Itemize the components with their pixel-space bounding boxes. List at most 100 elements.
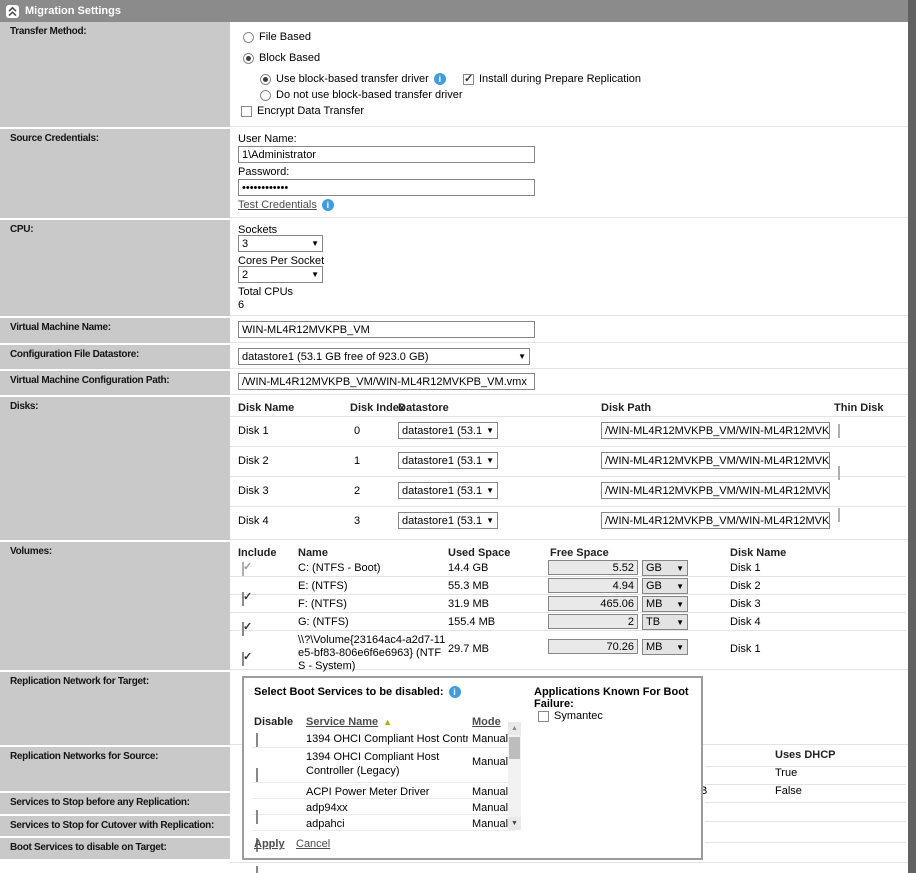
free-space-unit-select[interactable]: GB▼ xyxy=(642,578,688,594)
checkbox-icon[interactable] xyxy=(241,106,252,117)
disk-datastore-select[interactable]: datastore1 (53.1 GB free of 923.0 GB)▼ xyxy=(398,512,498,529)
file-based-label: File Based xyxy=(259,31,311,43)
volume-disk-name: Disk 3 xyxy=(730,598,761,610)
panel-right-edge xyxy=(908,0,916,873)
thin-disk-checkbox[interactable] xyxy=(838,508,840,522)
disk-path-input[interactable]: /WIN-ML4R12MVKPB_VM/WIN-ML4R12MVK xyxy=(601,482,830,499)
disk-row: Disk 2 1 datastore1 (53.1 GB free of 923… xyxy=(230,409,908,421)
thin-disk-checkbox[interactable] xyxy=(838,466,840,480)
chevron-down-icon: ▼ xyxy=(311,239,319,248)
cores-per-socket-select[interactable]: 2▼ xyxy=(238,266,323,283)
info-icon[interactable]: i xyxy=(322,199,334,211)
service-list-scrollbar[interactable]: ▲ ▼ xyxy=(508,722,521,830)
disk-datastore-select[interactable]: datastore1 (53.1 GB free of 923.0 GB)▼ xyxy=(398,482,498,499)
sort-ascending-icon: ▲ xyxy=(383,717,392,727)
chevron-down-icon: ▼ xyxy=(518,352,526,361)
disk-path-input[interactable]: /WIN-ML4R12MVKPB_VM/WIN-ML4R12MVK xyxy=(601,452,830,469)
encrypt-checkbox[interactable]: Encrypt Data Transfer xyxy=(241,105,364,117)
free-space-unit-select[interactable]: TB▼ xyxy=(642,614,688,630)
chevron-down-icon: ▼ xyxy=(676,564,684,573)
service-mode: Manual xyxy=(472,786,508,798)
disk-path-header: Disk Path xyxy=(601,402,651,414)
username-input[interactable]: 1\Administrator xyxy=(238,146,535,163)
encrypt-label: Encrypt Data Transfer xyxy=(257,105,364,117)
disk-name-header: Disk Name xyxy=(238,402,294,414)
install-during-prepare-checkbox[interactable]: Install during Prepare Replication xyxy=(463,73,641,85)
volume-disk-header: Disk Name xyxy=(730,547,786,559)
free-space-input[interactable]: 465.06 xyxy=(548,596,638,611)
cancel-link[interactable]: Cancel xyxy=(296,838,330,850)
use-block-driver-radio[interactable]: Use block-based transfer driver i xyxy=(260,73,446,85)
cpu-label: CPU: xyxy=(0,220,230,316)
install-during-prepare-label: Install during Prepare Replication xyxy=(479,73,641,85)
config-datastore-select[interactable]: datastore1 (53.1 GB free of 923.0 GB)▼ xyxy=(238,348,530,365)
radio-icon[interactable] xyxy=(243,32,254,43)
disable-checkbox[interactable] xyxy=(256,768,258,782)
test-credentials-link[interactable]: Test Credentials xyxy=(238,199,317,211)
scroll-up-icon[interactable]: ▲ xyxy=(508,722,521,735)
info-icon[interactable]: i xyxy=(434,73,446,85)
free-space-input[interactable]: 2 xyxy=(548,614,638,629)
thin-disk-checkbox[interactable] xyxy=(838,424,840,438)
symantec-checkbox[interactable]: Symantec xyxy=(538,710,603,722)
mode-column-header[interactable]: Mode xyxy=(472,716,501,728)
radio-icon[interactable] xyxy=(260,74,271,85)
scrollbar-thumb[interactable] xyxy=(509,737,520,759)
free-space-unit-select[interactable]: MB▼ xyxy=(642,596,688,612)
apply-link[interactable]: Apply xyxy=(254,838,285,850)
service-mode: Manual xyxy=(472,756,508,768)
volume-name: F: (NTFS) xyxy=(298,598,347,610)
password-label: Password: xyxy=(238,166,289,178)
volume-disk-name: Disk 1 xyxy=(730,562,761,574)
volume-name: G: (NTFS) xyxy=(298,616,349,628)
disable-checkbox[interactable] xyxy=(256,810,258,824)
disk-row: Disk 1 0 datastore1 (53.1 GB free of 923… xyxy=(230,397,908,409)
disk-datastore-select[interactable]: datastore1 (53.1 GB free of 923.0 GB)▼ xyxy=(398,452,498,469)
no-block-driver-radio[interactable]: Do not use block-based transfer driver xyxy=(260,89,462,101)
file-based-radio[interactable]: File Based xyxy=(243,31,311,43)
vm-config-path-label: Virtual Machine Configuration Path: xyxy=(0,371,230,395)
thin-disk-header: Thin Disk xyxy=(834,402,884,414)
disk-datastore-select[interactable]: datastore1 (53.1 GB free of 923.0 GB)▼ xyxy=(398,422,498,439)
block-based-radio[interactable]: Block Based xyxy=(243,52,320,64)
symantec-label: Symantec xyxy=(554,710,603,722)
sockets-select[interactable]: 3▼ xyxy=(238,235,323,252)
include-checkbox[interactable] xyxy=(242,592,244,606)
volume-name: E: (NTFS) xyxy=(298,580,348,592)
free-space-input[interactable]: 70.26 xyxy=(548,639,638,654)
radio-icon[interactable] xyxy=(243,53,254,64)
free-space-unit-select[interactable]: MB▼ xyxy=(642,639,688,655)
password-input[interactable]: •••••••••••• xyxy=(238,179,535,196)
chevron-down-icon: ▼ xyxy=(486,426,494,435)
dialog-title: Select Boot Services to be disabled: xyxy=(254,686,444,698)
free-space-input[interactable]: 4.94 xyxy=(548,578,638,593)
disk-index: 2 xyxy=(354,485,360,497)
disable-checkbox[interactable] xyxy=(256,866,258,873)
username-label: User Name: xyxy=(238,133,297,145)
vm-config-path-input[interactable]: /WIN-ML4R12MVKPB_VM/WIN-ML4R12MVKPB_VM.v… xyxy=(238,373,535,390)
disable-checkbox[interactable] xyxy=(256,733,258,747)
include-checkbox[interactable] xyxy=(242,652,244,666)
used-space: 29.7 MB xyxy=(448,643,489,655)
checkbox-icon[interactable] xyxy=(538,711,549,722)
radio-icon[interactable] xyxy=(260,90,271,101)
disk-path-input[interactable]: /WIN-ML4R12MVKPB_VM/WIN-ML4R12MVK xyxy=(601,512,830,529)
info-icon[interactable]: i xyxy=(449,686,461,698)
service-name-column-header[interactable]: Service Name xyxy=(306,716,378,728)
used-space: 14.4 GB xyxy=(448,562,488,574)
volume-name: \\?\Volume{23164ac4-a2d7-11e5-bf83-806e6… xyxy=(298,634,448,673)
free-space-unit-select[interactable]: GB▼ xyxy=(642,560,688,576)
replication-network-target-label: Replication Network for Target: xyxy=(0,672,230,745)
include-checkbox[interactable] xyxy=(242,562,244,576)
volumes-label: Volumes: xyxy=(0,542,230,670)
free-space-input[interactable]: 5.52 xyxy=(548,560,638,575)
scroll-down-icon[interactable]: ▼ xyxy=(508,817,521,830)
free-space-header: Free Space xyxy=(550,547,609,559)
disk-path-input[interactable]: /WIN-ML4R12MVKPB_VM/WIN-ML4R12MVK xyxy=(601,422,830,439)
include-checkbox[interactable] xyxy=(242,622,244,636)
collapse-icon[interactable] xyxy=(6,5,19,18)
checkbox-icon[interactable] xyxy=(463,74,474,85)
vm-name-input[interactable]: WIN-ML4R12MVKPB_VM xyxy=(238,321,535,338)
service-mode: Manual xyxy=(472,802,508,814)
no-block-driver-label: Do not use block-based transfer driver xyxy=(276,89,462,101)
